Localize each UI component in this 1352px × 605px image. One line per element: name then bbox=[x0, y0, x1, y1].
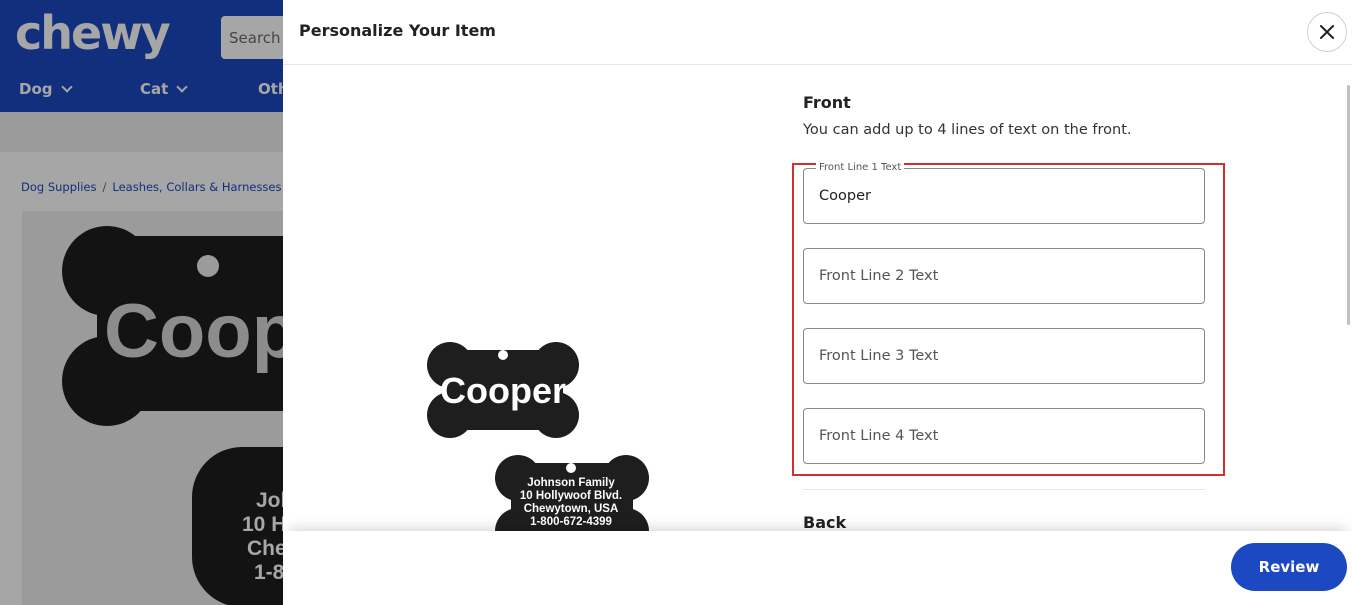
preview-front-text: Cooper bbox=[440, 370, 566, 411]
front-line-3-field[interactable] bbox=[803, 328, 1205, 384]
preview-back-line-2: 10 Hollywoof Blvd. bbox=[520, 490, 622, 502]
personalize-modal: Personalize Your Item Cooper Johnson Fam… bbox=[283, 0, 1352, 605]
front-line-4-input[interactable] bbox=[804, 409, 1204, 463]
scrollbar-thumb[interactable] bbox=[1347, 85, 1350, 325]
tag-preview: Cooper Johnson Family 10 Hollywoof Blvd.… bbox=[427, 342, 649, 531]
review-button[interactable]: Review bbox=[1231, 543, 1347, 591]
close-icon bbox=[1320, 25, 1334, 39]
close-button[interactable] bbox=[1307, 12, 1347, 52]
modal-footer: Review bbox=[283, 531, 1352, 605]
front-line-1-field[interactable]: Front Line 1 Text bbox=[803, 161, 1205, 224]
front-section-title: Front bbox=[803, 93, 851, 112]
preview-back-line-4: 1-800-672-4399 bbox=[530, 516, 612, 528]
modal-body: Cooper Johnson Family 10 Hollywoof Blvd.… bbox=[283, 65, 1352, 531]
preview-back-line-3: Chewytown, USA bbox=[524, 503, 619, 515]
modal-scrollbar[interactable] bbox=[1346, 75, 1352, 523]
modal-title: Personalize Your Item bbox=[299, 21, 496, 40]
preview-back-line-1: Johnson Family bbox=[527, 477, 615, 489]
front-section-description: You can add up to 4 lines of text on the… bbox=[803, 122, 1132, 138]
front-line-3-input[interactable] bbox=[804, 329, 1204, 383]
front-line-1-label: Front Line 1 Text bbox=[816, 161, 905, 175]
front-line-2-field[interactable] bbox=[803, 248, 1205, 304]
section-divider bbox=[803, 489, 1205, 490]
back-section-title: Back bbox=[803, 513, 847, 531]
front-line-4-field[interactable] bbox=[803, 408, 1205, 464]
modal-header: Personalize Your Item bbox=[283, 0, 1352, 65]
front-line-2-input[interactable] bbox=[804, 249, 1204, 303]
front-line-1-input[interactable] bbox=[804, 169, 1204, 223]
